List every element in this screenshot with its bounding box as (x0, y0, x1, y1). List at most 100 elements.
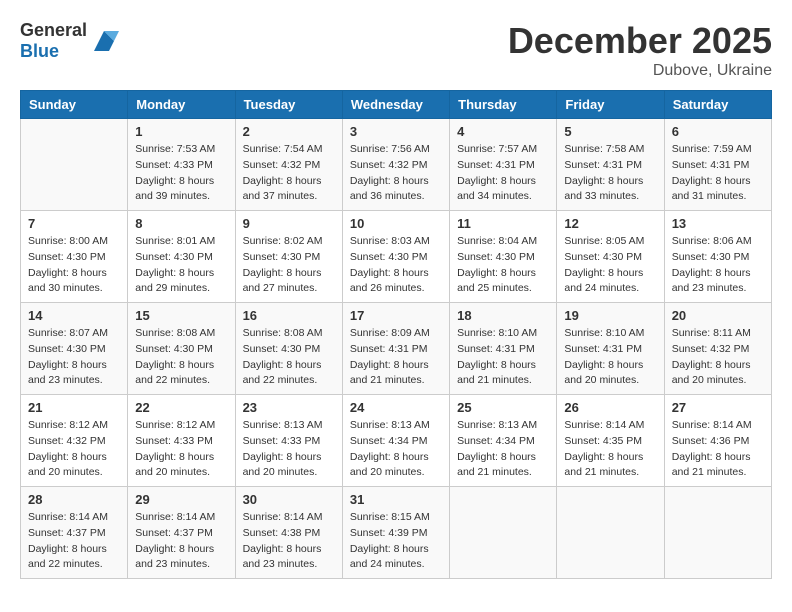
weekday-header-friday: Friday (557, 91, 664, 119)
day-info: Sunrise: 7:59 AMSunset: 4:31 PMDaylight:… (672, 142, 764, 205)
day-number: 12 (564, 216, 656, 231)
day-info: Sunrise: 8:14 AMSunset: 4:38 PMDaylight:… (243, 510, 335, 573)
week-row-1: 1Sunrise: 7:53 AMSunset: 4:33 PMDaylight… (21, 119, 772, 211)
calendar-cell: 18 Sunrise: 8:10 AMSunset: 4:31 PMDayligh… (450, 303, 557, 395)
day-number: 16 (243, 308, 335, 323)
calendar-cell: 11Sunrise: 8:04 AMSunset: 4:30 PMDayligh… (450, 211, 557, 303)
day-info: Sunrise: 8:08 AMSunset: 4:30 PMDaylight:… (135, 326, 227, 389)
weekday-header-thursday: Thursday (450, 91, 557, 119)
calendar-cell: 7 Sunrise: 8:00 AMSunset: 4:30 PMDaylight… (21, 211, 128, 303)
day-number: 22 (135, 400, 227, 415)
calendar-cell: 5 Sunrise: 7:58 AMSunset: 4:31 PMDaylight… (557, 119, 664, 211)
calendar-cell (664, 487, 771, 579)
location-title: Dubove, Ukraine (508, 62, 772, 80)
calendar-cell: 13 Sunrise: 8:06 AMSunset: 4:30 PMDayligh… (664, 211, 771, 303)
day-info: Sunrise: 8:14 AMSunset: 4:36 PMDaylight:… (672, 418, 764, 481)
day-number: 7 (28, 216, 120, 231)
calendar-cell: 15Sunrise: 8:08 AMSunset: 4:30 PMDayligh… (128, 303, 235, 395)
day-number: 21 (28, 400, 120, 415)
weekday-header-tuesday: Tuesday (235, 91, 342, 119)
day-number: 2 (243, 124, 335, 139)
day-info: Sunrise: 8:14 AMSunset: 4:35 PMDaylight:… (564, 418, 656, 481)
calendar-cell: 24 Sunrise: 8:13 AMSunset: 4:34 PMDayligh… (342, 395, 449, 487)
week-row-2: 7 Sunrise: 8:00 AMSunset: 4:30 PMDaylight… (21, 211, 772, 303)
day-info: Sunrise: 8:10 AMSunset: 4:31 PMDaylight:… (457, 326, 549, 389)
calendar-cell: 22 Sunrise: 8:12 AMSunset: 4:33 PMDayligh… (128, 395, 235, 487)
page-header: General Blue December 2025 Dubove, Ukrai… (20, 20, 772, 80)
logo-text: General Blue (20, 20, 87, 62)
day-number: 27 (672, 400, 764, 415)
calendar-table: SundayMondayTuesdayWednesdayThursdayFrid… (20, 90, 772, 579)
calendar-cell: 29 Sunrise: 8:14 AMSunset: 4:37 PMDayligh… (128, 487, 235, 579)
calendar-cell: 23Sunrise: 8:13 AMSunset: 4:33 PMDayligh… (235, 395, 342, 487)
day-number: 28 (28, 492, 120, 507)
logo-blue: Blue (20, 41, 59, 61)
day-number: 20 (672, 308, 764, 323)
day-info: Sunrise: 8:12 AMSunset: 4:33 PMDaylight:… (135, 418, 227, 481)
day-info: Sunrise: 7:53 AMSunset: 4:33 PMDaylight:… (135, 142, 227, 205)
logo: General Blue (20, 20, 119, 62)
day-number: 17 (350, 308, 442, 323)
week-row-5: 28 Sunrise: 8:14 AMSunset: 4:37 PMDayligh… (21, 487, 772, 579)
calendar-cell: 17Sunrise: 8:09 AMSunset: 4:31 PMDayligh… (342, 303, 449, 395)
day-number: 31 (350, 492, 442, 507)
calendar-cell (450, 487, 557, 579)
day-number: 10 (350, 216, 442, 231)
day-number: 5 (564, 124, 656, 139)
calendar-cell: 28 Sunrise: 8:14 AMSunset: 4:37 PMDayligh… (21, 487, 128, 579)
logo-icon (89, 26, 119, 56)
day-info: Sunrise: 8:07 AMSunset: 4:30 PMDaylight:… (28, 326, 120, 389)
weekday-header-sunday: Sunday (21, 91, 128, 119)
title-block: December 2025 Dubove, Ukraine (508, 20, 772, 80)
calendar-cell: 19 Sunrise: 8:10 AMSunset: 4:31 PMDayligh… (557, 303, 664, 395)
day-info: Sunrise: 8:14 AMSunset: 4:37 PMDaylight:… (135, 510, 227, 573)
day-number: 23 (243, 400, 335, 415)
calendar-cell: 16Sunrise: 8:08 AMSunset: 4:30 PMDayligh… (235, 303, 342, 395)
calendar-cell: 9Sunrise: 8:02 AMSunset: 4:30 PMDaylight… (235, 211, 342, 303)
calendar-cell: 30 Sunrise: 8:14 AMSunset: 4:38 PMDayligh… (235, 487, 342, 579)
calendar-cell: 27 Sunrise: 8:14 AMSunset: 4:36 PMDayligh… (664, 395, 771, 487)
week-row-4: 21 Sunrise: 8:12 AMSunset: 4:32 PMDayligh… (21, 395, 772, 487)
day-info: Sunrise: 8:04 AMSunset: 4:30 PMDaylight:… (457, 234, 549, 297)
day-number: 26 (564, 400, 656, 415)
month-title: December 2025 (508, 20, 772, 62)
calendar-cell: 2 Sunrise: 7:54 AMSunset: 4:32 PMDaylight… (235, 119, 342, 211)
day-number: 29 (135, 492, 227, 507)
day-info: Sunrise: 8:13 AMSunset: 4:34 PMDaylight:… (457, 418, 549, 481)
calendar-cell: 25 Sunrise: 8:13 AMSunset: 4:34 PMDayligh… (450, 395, 557, 487)
week-row-3: 14Sunrise: 8:07 AMSunset: 4:30 PMDayligh… (21, 303, 772, 395)
day-info: Sunrise: 7:56 AMSunset: 4:32 PMDaylight:… (350, 142, 442, 205)
day-number: 30 (243, 492, 335, 507)
day-number: 9 (243, 216, 335, 231)
day-number: 8 (135, 216, 227, 231)
day-info: Sunrise: 8:11 AMSunset: 4:32 PMDaylight:… (672, 326, 764, 389)
day-number: 25 (457, 400, 549, 415)
day-number: 24 (350, 400, 442, 415)
day-info: Sunrise: 8:10 AMSunset: 4:31 PMDaylight:… (564, 326, 656, 389)
day-info: Sunrise: 7:58 AMSunset: 4:31 PMDaylight:… (564, 142, 656, 205)
calendar-cell: 6 Sunrise: 7:59 AMSunset: 4:31 PMDaylight… (664, 119, 771, 211)
day-info: Sunrise: 8:12 AMSunset: 4:32 PMDaylight:… (28, 418, 120, 481)
calendar-cell: 3 Sunrise: 7:56 AMSunset: 4:32 PMDaylight… (342, 119, 449, 211)
day-number: 13 (672, 216, 764, 231)
day-number: 3 (350, 124, 442, 139)
day-info: Sunrise: 8:00 AMSunset: 4:30 PMDaylight:… (28, 234, 120, 297)
calendar-cell: 31Sunrise: 8:15 AMSunset: 4:39 PMDayligh… (342, 487, 449, 579)
calendar-cell: 4 Sunrise: 7:57 AMSunset: 4:31 PMDaylight… (450, 119, 557, 211)
day-info: Sunrise: 8:14 AMSunset: 4:37 PMDaylight:… (28, 510, 120, 573)
calendar-cell: 10 Sunrise: 8:03 AMSunset: 4:30 PMDayligh… (342, 211, 449, 303)
weekday-header-monday: Monday (128, 91, 235, 119)
day-number: 18 (457, 308, 549, 323)
logo-general: General (20, 20, 87, 40)
calendar-cell (21, 119, 128, 211)
day-info: Sunrise: 8:03 AMSunset: 4:30 PMDaylight:… (350, 234, 442, 297)
calendar-cell: 20 Sunrise: 8:11 AMSunset: 4:32 PMDayligh… (664, 303, 771, 395)
calendar-cell: 8Sunrise: 8:01 AMSunset: 4:30 PMDaylight… (128, 211, 235, 303)
day-number: 6 (672, 124, 764, 139)
day-number: 4 (457, 124, 549, 139)
day-info: Sunrise: 8:06 AMSunset: 4:30 PMDaylight:… (672, 234, 764, 297)
day-info: Sunrise: 7:57 AMSunset: 4:31 PMDaylight:… (457, 142, 549, 205)
day-number: 19 (564, 308, 656, 323)
day-info: Sunrise: 7:54 AMSunset: 4:32 PMDaylight:… (243, 142, 335, 205)
day-info: Sunrise: 8:13 AMSunset: 4:34 PMDaylight:… (350, 418, 442, 481)
